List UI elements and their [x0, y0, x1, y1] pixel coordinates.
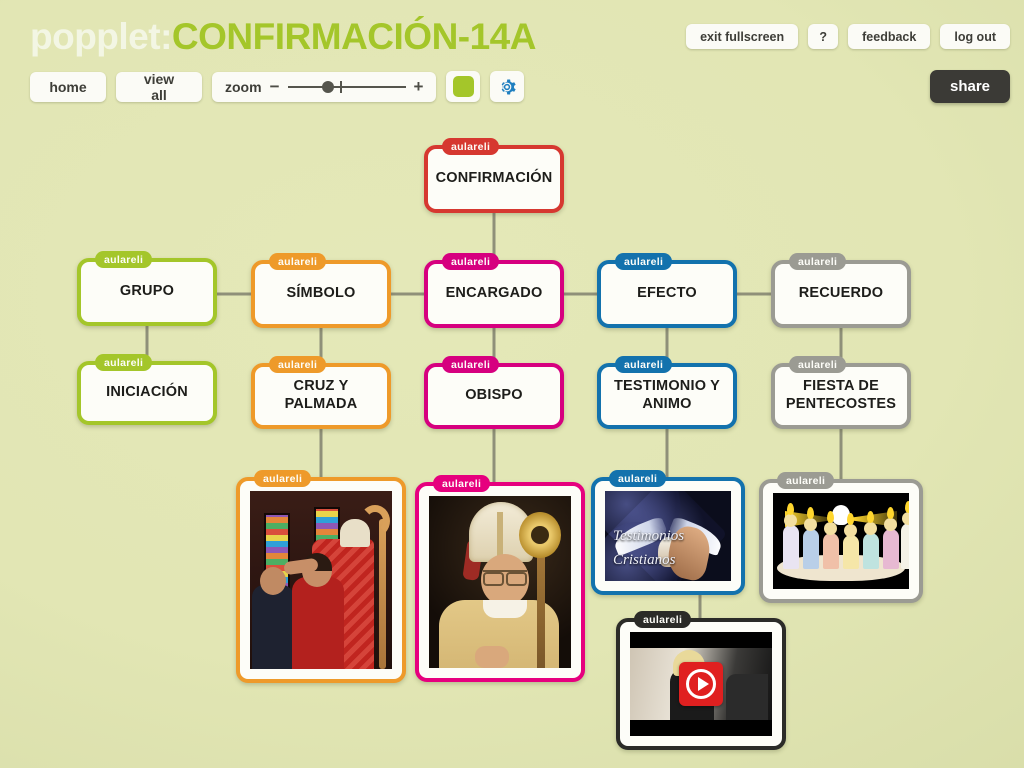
- author-tag: aulareli: [95, 251, 153, 268]
- popplet-recuerdo[interactable]: aulareli RECUERDO: [771, 253, 911, 328]
- popplet-obispo[interactable]: aulareli OBISPO: [424, 356, 564, 429]
- photo-bishop-portrait: [429, 496, 571, 668]
- author-tag: aulareli: [442, 356, 500, 373]
- popplet-photo-pentecostes[interactable]: aulareli: [759, 472, 923, 603]
- photo-caption-line-2: Cristianos: [613, 552, 676, 568]
- popplet-title: TESTIMONIO Y ANIMO: [613, 378, 721, 412]
- popplet-video[interactable]: aulareli: [616, 611, 786, 750]
- play-icon[interactable]: [679, 662, 723, 706]
- author-tag: aulareli: [789, 253, 847, 270]
- author-tag: aulareli: [95, 354, 153, 371]
- popplet-iniciacion[interactable]: aulareli INICIACIÓN: [77, 354, 217, 425]
- author-tag: aulareli: [789, 356, 847, 373]
- popplet-title: SÍMBOLO: [286, 285, 356, 302]
- popplet-title: INICIACIÓN: [106, 384, 188, 401]
- popplet-title: RECUERDO: [798, 285, 884, 302]
- popplet-confirmacion[interactable]: aulareli CONFIRMACIÓN: [424, 138, 564, 213]
- popplet-photo-testimonios-cristianos[interactable]: aulareli Testimonios Cristianos: [591, 470, 745, 595]
- popplet-title: ENCARGADO: [445, 285, 543, 302]
- popplet-title: CONFIRMACIÓN: [435, 170, 553, 187]
- photo-testimonios-cristianos: Testimonios Cristianos: [605, 491, 731, 581]
- mind-map-canvas[interactable]: aulareli CONFIRMACIÓN aulareli GRUPO aul…: [0, 0, 1024, 768]
- popplet-title: EFECTO: [637, 285, 697, 302]
- author-tag: aulareli: [254, 470, 312, 487]
- video-thumbnail: [630, 632, 772, 736]
- popplet-fiesta-de-pentecostes[interactable]: aulareli FIESTA DE PENTECOSTES: [771, 356, 911, 429]
- popplet-title: GRUPO: [119, 283, 175, 300]
- popplet-photo-confirmacion-ceremonia[interactable]: aulareli: [236, 470, 406, 683]
- author-tag: aulareli: [777, 472, 835, 489]
- popplet-title: OBISPO: [465, 387, 523, 404]
- photo-confirmation-ceremony: [250, 491, 392, 669]
- author-tag: aulareli: [269, 356, 327, 373]
- popplet-grupo[interactable]: aulareli GRUPO: [77, 251, 217, 326]
- author-tag: aulareli: [634, 611, 692, 628]
- author-tag: aulareli: [442, 138, 500, 155]
- popplet-efecto[interactable]: aulareli EFECTO: [597, 253, 737, 328]
- author-tag: aulareli: [433, 475, 491, 492]
- photo-pentecost-illustration: [773, 493, 909, 589]
- author-tag: aulareli: [442, 253, 500, 270]
- play-icon-triangle: [697, 677, 709, 691]
- popplet-photo-obispo[interactable]: aulareli: [415, 475, 585, 682]
- author-tag: aulareli: [615, 356, 673, 373]
- author-tag: aulareli: [269, 253, 327, 270]
- popplet-title: FIESTA DE PENTECOSTES: [785, 378, 897, 412]
- popplet-encargado[interactable]: aulareli ENCARGADO: [424, 253, 564, 328]
- play-icon-ring: [686, 669, 716, 699]
- photo-caption-line-1: Testimonios: [613, 528, 685, 544]
- popplet-title: CRUZ Y PALMADA: [284, 378, 358, 412]
- popplet-simbolo[interactable]: aulareli SÍMBOLO: [251, 253, 391, 328]
- author-tag: aulareli: [609, 470, 667, 487]
- popplet-app: popplet:CONFIRMACIÓN-14A exit fullscreen…: [0, 0, 1024, 768]
- popplet-cruz-y-palmada[interactable]: aulareli CRUZ Y PALMADA: [251, 356, 391, 429]
- popplet-testimonio-y-animo[interactable]: aulareli TESTIMONIO Y ANIMO: [597, 356, 737, 429]
- author-tag: aulareli: [615, 253, 673, 270]
